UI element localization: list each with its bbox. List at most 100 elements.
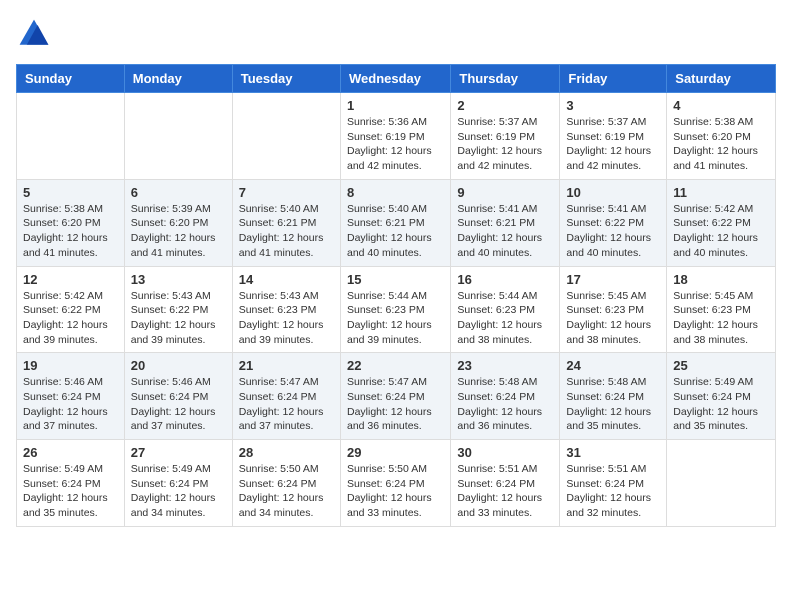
calendar-cell: 24 Sunrise: 5:48 AM Sunset: 6:24 PM Dayli… xyxy=(560,353,667,440)
day-info: Sunrise: 5:40 AM Sunset: 6:21 PM Dayligh… xyxy=(239,202,334,261)
day-info: Sunrise: 5:46 AM Sunset: 6:24 PM Dayligh… xyxy=(131,375,226,434)
day-info: Sunrise: 5:41 AM Sunset: 6:21 PM Dayligh… xyxy=(457,202,553,261)
day-number: 16 xyxy=(457,272,553,287)
calendar-week-row: 19 Sunrise: 5:46 AM Sunset: 6:24 PM Dayli… xyxy=(17,353,776,440)
calendar-cell: 2 Sunrise: 5:37 AM Sunset: 6:19 PM Daylig… xyxy=(451,93,560,180)
calendar-cell: 14 Sunrise: 5:43 AM Sunset: 6:23 PM Dayli… xyxy=(232,266,340,353)
day-info: Sunrise: 5:41 AM Sunset: 6:22 PM Dayligh… xyxy=(566,202,660,261)
calendar-table: SundayMondayTuesdayWednesdayThursdayFrid… xyxy=(16,64,776,527)
day-info: Sunrise: 5:45 AM Sunset: 6:23 PM Dayligh… xyxy=(673,289,769,348)
calendar-cell xyxy=(124,93,232,180)
day-number: 17 xyxy=(566,272,660,287)
day-number: 11 xyxy=(673,185,769,200)
day-info: Sunrise: 5:36 AM Sunset: 6:19 PM Dayligh… xyxy=(347,115,444,174)
calendar-header-thursday: Thursday xyxy=(451,65,560,93)
calendar-cell: 1Sunrise: 5:36 AM Sunset: 6:19 PM Daylig… xyxy=(340,93,450,180)
day-info: Sunrise: 5:48 AM Sunset: 6:24 PM Dayligh… xyxy=(457,375,553,434)
calendar-cell: 8Sunrise: 5:40 AM Sunset: 6:21 PM Daylig… xyxy=(340,179,450,266)
day-info: Sunrise: 5:47 AM Sunset: 6:24 PM Dayligh… xyxy=(239,375,334,434)
calendar-cell: 30Sunrise: 5:51 AM Sunset: 6:24 PM Dayli… xyxy=(451,440,560,527)
calendar-header-monday: Monday xyxy=(124,65,232,93)
day-info: Sunrise: 5:49 AM Sunset: 6:24 PM Dayligh… xyxy=(673,375,769,434)
day-info: Sunrise: 5:40 AM Sunset: 6:21 PM Dayligh… xyxy=(347,202,444,261)
day-number: 20 xyxy=(131,358,226,373)
calendar-cell xyxy=(667,440,776,527)
calendar-cell: 23 Sunrise: 5:48 AM Sunset: 6:24 PM Dayli… xyxy=(451,353,560,440)
calendar-cell: 18 Sunrise: 5:45 AM Sunset: 6:23 PM Dayli… xyxy=(667,266,776,353)
day-info: Sunrise: 5:43 AM Sunset: 6:23 PM Dayligh… xyxy=(239,289,334,348)
day-number: 15 xyxy=(347,272,444,287)
calendar-header-saturday: Saturday xyxy=(667,65,776,93)
calendar-cell: 13 Sunrise: 5:43 AM Sunset: 6:22 PM Dayli… xyxy=(124,266,232,353)
day-number: 19 xyxy=(23,358,118,373)
calendar-cell: 22 Sunrise: 5:47 AM Sunset: 6:24 PM Dayli… xyxy=(340,353,450,440)
day-number: 5 xyxy=(23,185,118,200)
calendar-header-wednesday: Wednesday xyxy=(340,65,450,93)
day-number: 30 xyxy=(457,445,553,460)
day-number: 7 xyxy=(239,185,334,200)
calendar-cell: 3 Sunrise: 5:37 AM Sunset: 6:19 PM Daylig… xyxy=(560,93,667,180)
day-info: Sunrise: 5:44 AM Sunset: 6:23 PM Dayligh… xyxy=(457,289,553,348)
day-info: Sunrise: 5:39 AM Sunset: 6:20 PM Dayligh… xyxy=(131,202,226,261)
calendar-cell: 4Sunrise: 5:38 AM Sunset: 6:20 PM Daylig… xyxy=(667,93,776,180)
calendar-header-row: SundayMondayTuesdayWednesdayThursdayFrid… xyxy=(17,65,776,93)
day-info: Sunrise: 5:45 AM Sunset: 6:23 PM Dayligh… xyxy=(566,289,660,348)
calendar-cell: 10 Sunrise: 5:41 AM Sunset: 6:22 PM Dayli… xyxy=(560,179,667,266)
calendar-cell: 5 Sunrise: 5:38 AM Sunset: 6:20 PM Daylig… xyxy=(17,179,125,266)
day-number: 2 xyxy=(457,98,553,113)
day-number: 28 xyxy=(239,445,334,460)
day-number: 21 xyxy=(239,358,334,373)
day-info: Sunrise: 5:49 AM Sunset: 6:24 PM Dayligh… xyxy=(131,462,226,521)
day-info: Sunrise: 5:42 AM Sunset: 6:22 PM Dayligh… xyxy=(673,202,769,261)
day-number: 26 xyxy=(23,445,118,460)
day-number: 18 xyxy=(673,272,769,287)
day-info: Sunrise: 5:38 AM Sunset: 6:20 PM Dayligh… xyxy=(673,115,769,174)
day-number: 23 xyxy=(457,358,553,373)
day-info: Sunrise: 5:44 AM Sunset: 6:23 PM Dayligh… xyxy=(347,289,444,348)
calendar-week-row: 12 Sunrise: 5:42 AM Sunset: 6:22 PM Dayli… xyxy=(17,266,776,353)
day-number: 3 xyxy=(566,98,660,113)
day-info: Sunrise: 5:50 AM Sunset: 6:24 PM Dayligh… xyxy=(347,462,444,521)
calendar-cell: 17 Sunrise: 5:45 AM Sunset: 6:23 PM Dayli… xyxy=(560,266,667,353)
day-number: 24 xyxy=(566,358,660,373)
page-header xyxy=(16,16,776,52)
calendar-cell: 26 Sunrise: 5:49 AM Sunset: 6:24 PM Dayli… xyxy=(17,440,125,527)
day-info: Sunrise: 5:48 AM Sunset: 6:24 PM Dayligh… xyxy=(566,375,660,434)
day-info: Sunrise: 5:42 AM Sunset: 6:22 PM Dayligh… xyxy=(23,289,118,348)
logo-icon xyxy=(16,16,52,52)
calendar-week-row: 5 Sunrise: 5:38 AM Sunset: 6:20 PM Daylig… xyxy=(17,179,776,266)
calendar-week-row: 26 Sunrise: 5:49 AM Sunset: 6:24 PM Dayli… xyxy=(17,440,776,527)
calendar-header-tuesday: Tuesday xyxy=(232,65,340,93)
day-number: 22 xyxy=(347,358,444,373)
day-number: 10 xyxy=(566,185,660,200)
day-number: 29 xyxy=(347,445,444,460)
day-info: Sunrise: 5:38 AM Sunset: 6:20 PM Dayligh… xyxy=(23,202,118,261)
day-info: Sunrise: 5:47 AM Sunset: 6:24 PM Dayligh… xyxy=(347,375,444,434)
day-info: Sunrise: 5:37 AM Sunset: 6:19 PM Dayligh… xyxy=(566,115,660,174)
day-number: 14 xyxy=(239,272,334,287)
day-number: 13 xyxy=(131,272,226,287)
day-info: Sunrise: 5:51 AM Sunset: 6:24 PM Dayligh… xyxy=(566,462,660,521)
calendar-cell: 28 Sunrise: 5:50 AM Sunset: 6:24 PM Dayli… xyxy=(232,440,340,527)
day-info: Sunrise: 5:49 AM Sunset: 6:24 PM Dayligh… xyxy=(23,462,118,521)
calendar-header-sunday: Sunday xyxy=(17,65,125,93)
calendar-header-friday: Friday xyxy=(560,65,667,93)
calendar-cell: 12 Sunrise: 5:42 AM Sunset: 6:22 PM Dayli… xyxy=(17,266,125,353)
calendar-cell xyxy=(17,93,125,180)
calendar-cell: 20 Sunrise: 5:46 AM Sunset: 6:24 PM Dayli… xyxy=(124,353,232,440)
day-number: 6 xyxy=(131,185,226,200)
calendar-cell: 27 Sunrise: 5:49 AM Sunset: 6:24 PM Dayli… xyxy=(124,440,232,527)
calendar-cell: 16 Sunrise: 5:44 AM Sunset: 6:23 PM Dayli… xyxy=(451,266,560,353)
day-number: 12 xyxy=(23,272,118,287)
calendar-cell: 19 Sunrise: 5:46 AM Sunset: 6:24 PM Dayli… xyxy=(17,353,125,440)
day-info: Sunrise: 5:37 AM Sunset: 6:19 PM Dayligh… xyxy=(457,115,553,174)
calendar-cell: 29 Sunrise: 5:50 AM Sunset: 6:24 PM Dayli… xyxy=(340,440,450,527)
calendar-cell: 15 Sunrise: 5:44 AM Sunset: 6:23 PM Dayli… xyxy=(340,266,450,353)
day-number: 27 xyxy=(131,445,226,460)
day-info: Sunrise: 5:50 AM Sunset: 6:24 PM Dayligh… xyxy=(239,462,334,521)
day-info: Sunrise: 5:43 AM Sunset: 6:22 PM Dayligh… xyxy=(131,289,226,348)
day-info: Sunrise: 5:46 AM Sunset: 6:24 PM Dayligh… xyxy=(23,375,118,434)
calendar-cell: 7 Sunrise: 5:40 AM Sunset: 6:21 PM Daylig… xyxy=(232,179,340,266)
calendar-cell: 31Sunrise: 5:51 AM Sunset: 6:24 PM Dayli… xyxy=(560,440,667,527)
day-number: 9 xyxy=(457,185,553,200)
